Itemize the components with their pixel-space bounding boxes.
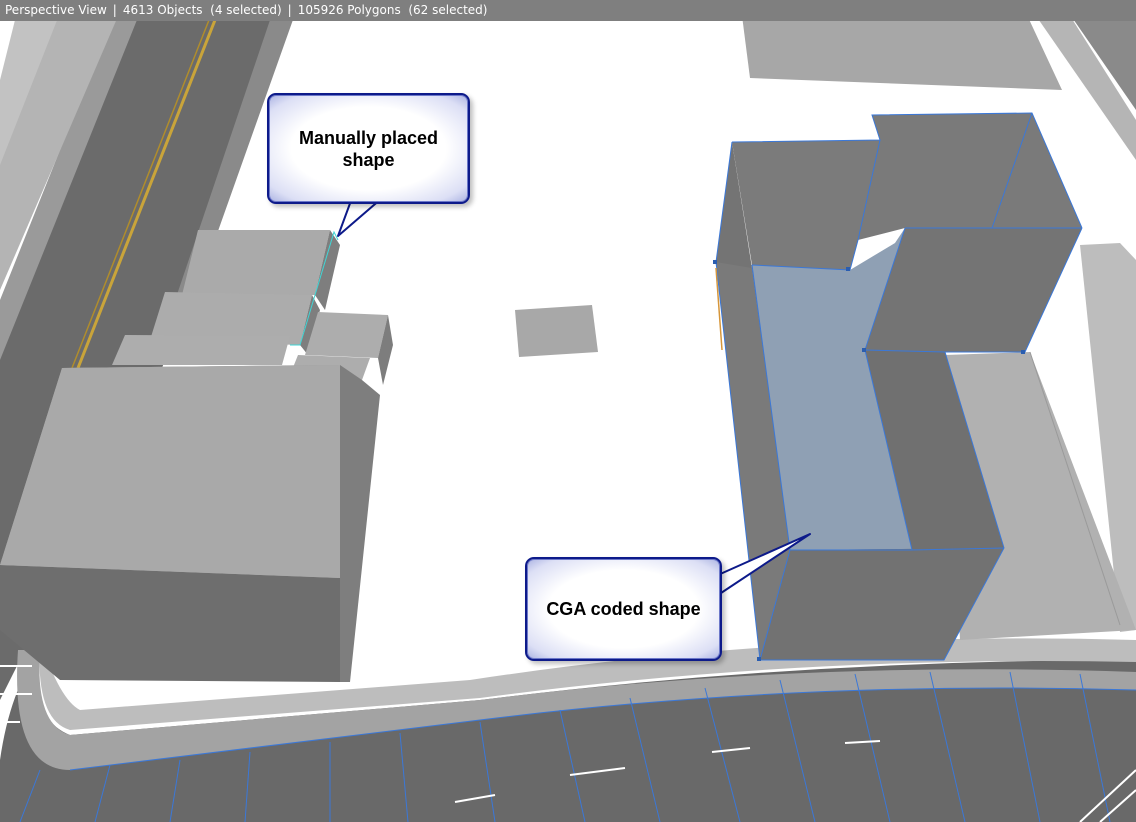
object-selected-count: (4 selected)	[210, 3, 282, 17]
view-name: Perspective View	[5, 3, 107, 17]
perspective-viewport[interactable]: Manually placed shape CGA coded shape Pe…	[0, 0, 1136, 822]
manual-building-front2-top	[112, 335, 290, 365]
viewport-status-bar: Perspective View | 4613 Objects (4 selecte…	[0, 0, 1136, 21]
manual-shape-callout: Manually placed shape	[267, 93, 470, 204]
status-separator-1: |	[112, 3, 117, 17]
cga-shape-callout: CGA coded shape	[525, 557, 722, 661]
polygon-selected-count: (62 selected)	[408, 3, 488, 17]
manual-building-big-front	[0, 565, 340, 682]
scene-3d[interactable]	[0, 0, 1136, 822]
polygon-count: 105926 Polygons	[297, 3, 401, 17]
small-platform	[515, 305, 598, 357]
manual-building-right-top	[305, 312, 388, 358]
manual-shape-callout-text: Manually placed shape	[298, 127, 439, 170]
object-count: 4613 Objects	[122, 3, 203, 17]
cga-shape-callout-text: CGA coded shape	[546, 599, 701, 619]
status-separator-2: |	[287, 3, 292, 17]
manual-building-back-top	[182, 230, 330, 295]
